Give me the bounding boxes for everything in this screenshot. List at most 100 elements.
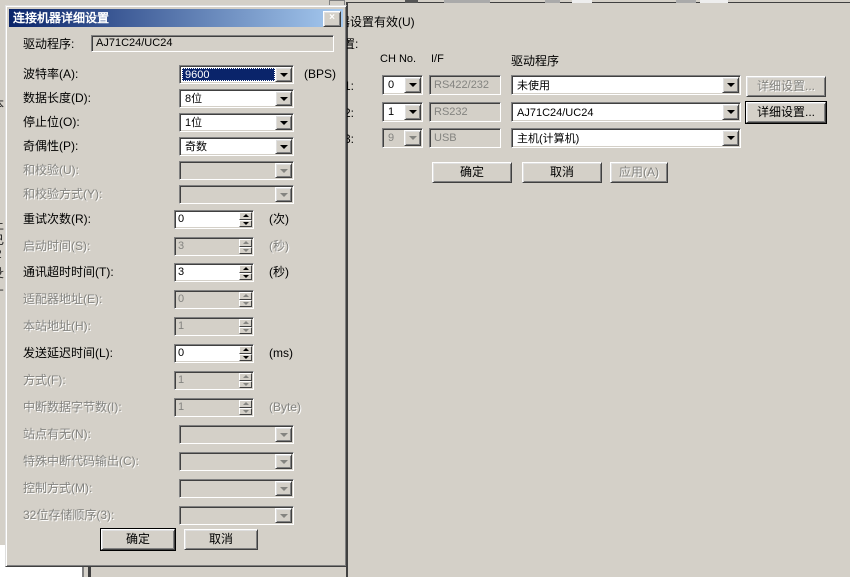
interrupt-data-bytes-spinner: 1	[174, 398, 254, 417]
unit-label: (次)	[269, 210, 289, 228]
bg-ok-button[interactable]: 确定	[432, 162, 512, 183]
data-length-label: 数据长度(D):	[23, 89, 91, 107]
ch2-interface-field: RS232	[429, 102, 501, 122]
chevron-down-icon	[275, 187, 292, 202]
timeout-spinner[interactable]: 3	[174, 263, 254, 282]
bg-apply-button: 应用(A)	[610, 162, 668, 183]
dialog-titlebar[interactable]: 连接机器详细设置 ×	[9, 9, 343, 27]
combo-value	[182, 509, 275, 522]
ch3-number-select: 9	[382, 128, 423, 148]
combo-value: 奇数	[182, 140, 275, 153]
fragment-text: 讠	[0, 176, 4, 193]
chevron-down-icon	[275, 163, 292, 178]
control-method-label: 控制方式(M):	[23, 479, 92, 497]
timeout-label: 通讯超时时间(T):	[23, 263, 114, 281]
spinner-buttons	[239, 319, 252, 334]
chevron-down-icon[interactable]	[275, 91, 292, 106]
chevron-down-icon[interactable]	[722, 130, 739, 146]
window-fragment	[545, 0, 560, 3]
combo-value: 未使用	[514, 78, 722, 92]
combo-value	[182, 164, 275, 177]
parity-label: 奇偶性(P):	[23, 137, 78, 155]
ch1-driver-select[interactable]: 未使用	[511, 75, 741, 95]
combo-value: 9600	[182, 68, 275, 81]
ch1-detail-settings-button: 详细设置...	[746, 76, 826, 97]
spinner-value: 0	[178, 213, 184, 226]
combo-value: 8位	[182, 92, 275, 105]
unit-label: (ms)	[269, 344, 293, 362]
adapter-address-label: 适配器地址(E):	[23, 290, 102, 308]
baud-rate-combo[interactable]: 9600	[179, 65, 294, 84]
chevron-down-icon[interactable]	[722, 104, 739, 120]
stop-bit-combo[interactable]: 1位	[179, 113, 294, 132]
ch2-detail-settings-button[interactable]: 详细设置...	[746, 102, 826, 123]
spinner-buttons[interactable]	[239, 212, 252, 227]
column-header-driver: 驱动程序	[511, 52, 559, 69]
chevron-down-icon[interactable]	[404, 104, 421, 120]
window-fragment	[676, 0, 696, 3]
column-header-if: I/F	[431, 53, 444, 65]
ch2-driver-select[interactable]: AJ71C24/UC24	[511, 102, 741, 122]
unit-label: (BPS)	[304, 65, 336, 83]
send-delay-spinner[interactable]: 0	[174, 344, 254, 363]
adapter-address-spinner: 0	[174, 290, 254, 309]
window-fragment	[572, 0, 592, 3]
window-fragment	[82, 566, 84, 577]
chevron-down-icon[interactable]	[275, 139, 292, 154]
spinner-value: 3	[178, 240, 184, 253]
ch3-driver-select[interactable]: 主机(计算机)	[511, 128, 741, 148]
combo-value: 主机(计算机)	[514, 131, 722, 145]
window-fragment	[444, 0, 490, 3]
combo-value	[182, 428, 275, 441]
chevron-down-icon[interactable]	[275, 115, 292, 130]
unit-label: (秒)	[269, 263, 289, 281]
close-icon[interactable]: ×	[323, 11, 341, 27]
fragment-text: 2	[0, 247, 2, 261]
ch1-number-select[interactable]: 0	[382, 75, 423, 95]
spinner-buttons[interactable]	[239, 346, 252, 361]
storage-order-label: 32位存储顺序(3):	[23, 506, 114, 524]
spinner-buttons	[239, 400, 252, 415]
spinner-buttons	[239, 292, 252, 307]
combo-value: 1位	[182, 116, 275, 129]
setting-valid-checkbox-label: 器设置有效(U)	[338, 13, 415, 30]
cancel-button[interactable]: 取消	[184, 529, 258, 550]
station-presence-combo	[179, 425, 294, 444]
ch2-number-select[interactable]: 1	[382, 102, 423, 122]
window-fragment	[0, 566, 82, 577]
retry-count-spinner[interactable]: 0	[174, 210, 254, 229]
spinner-value: 0	[178, 293, 184, 306]
spinner-value: 1	[178, 320, 184, 333]
data-length-combo[interactable]: 8位	[179, 89, 294, 108]
sum-check-combo	[179, 161, 294, 180]
local-station-address-spinner: 1	[174, 317, 254, 336]
parity-combo[interactable]: 奇数	[179, 137, 294, 156]
fragment-text: 殳	[0, 264, 4, 281]
combo-value: 0	[385, 78, 404, 92]
window-edge	[346, 2, 850, 3]
retry-count-label: 重试次数(R):	[23, 210, 91, 228]
spinner-buttons[interactable]	[239, 265, 252, 280]
fragment-text: 本	[0, 95, 4, 112]
stop-bit-label: 停止位(O):	[23, 113, 80, 131]
spinner-value: 1	[178, 401, 184, 414]
ch1-interface-field: RS422/232	[429, 75, 501, 95]
window-fragment	[700, 0, 728, 3]
ok-button[interactable]: 确定	[101, 529, 175, 550]
ch3-interface-field: USB	[429, 128, 501, 148]
sum-check-method-combo	[179, 185, 294, 204]
chevron-down-icon[interactable]	[722, 77, 739, 93]
mode-label: 方式(F):	[23, 371, 66, 389]
chevron-down-icon[interactable]	[275, 67, 292, 82]
column-header-ch-no: CH No.	[380, 53, 416, 65]
dialog-title: 连接机器详细设置	[13, 11, 109, 25]
chevron-down-icon	[275, 481, 292, 496]
spinner-value: 0	[178, 347, 184, 360]
bg-cancel-button[interactable]: 取消	[522, 162, 602, 183]
unit-label: (Byte)	[269, 398, 301, 416]
driver-field: AJ71C24/UC24	[91, 35, 334, 52]
chevron-down-icon[interactable]	[404, 77, 421, 93]
startup-time-spinner: 3	[174, 237, 254, 256]
send-delay-label: 发送延迟时间(L):	[23, 344, 113, 362]
control-method-combo	[179, 479, 294, 498]
